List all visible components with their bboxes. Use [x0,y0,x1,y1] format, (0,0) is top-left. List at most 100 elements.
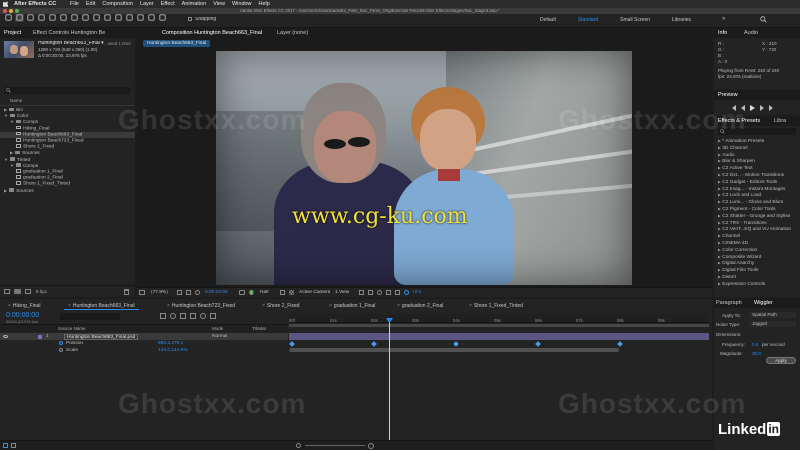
effect-category[interactable]: ▶ C2 Lumi... - Glows and Blurs [714,199,800,206]
effect-category[interactable]: ▶ C2 Active Text [714,165,800,172]
layer-row[interactable]: 1 Huntington Beach663_Final.psd Normal [0,333,288,340]
timeline-tab[interactable]: × Shore 1_Fixed_Tinted [465,302,527,310]
visibility-eye-icon[interactable] [3,334,8,338]
workspace-standard[interactable]: Standard [578,17,598,24]
selection-tool-icon[interactable] [15,13,24,22]
views-dropdown[interactable]: 1 View [335,290,349,296]
graph-editor-icon[interactable] [210,313,216,319]
snapshot-icon[interactable] [239,290,245,295]
effect-category[interactable]: ▶ C2 Gadget - Editors Tools [714,179,800,186]
disclosure-triangle-icon[interactable]: ▶ [718,214,721,218]
position-stopwatch-icon[interactable] [59,341,63,345]
disclosure-triangle-icon[interactable]: ▶ [718,207,721,211]
search-help-icon[interactable] [760,16,767,23]
tab-layer[interactable]: Layer (none) [277,29,308,38]
effect-category[interactable]: ▶ Blur & Sharpen [714,158,800,165]
menu-composition[interactable]: Composition [102,1,133,8]
effect-category[interactable]: ▶ Digital Anarchy [714,260,800,267]
menu-effect[interactable]: Effect [161,1,175,8]
workspace-small-screen[interactable]: Small Screen [620,17,650,24]
disclosure-triangle-icon[interactable]: ▶ [718,180,721,184]
layer-label-color[interactable] [38,334,42,339]
comp-flowchart-icon[interactable] [160,313,166,319]
motion-blur-toggle-icon[interactable] [200,313,206,319]
effect-category[interactable]: ▶ 3D Channel [714,145,800,152]
exposure-value[interactable]: +0.0 [412,290,421,296]
app-name-menu[interactable]: After Effects CC [14,1,56,7]
tab-effect-controls[interactable]: Effect Controls Huntington Be [33,29,105,38]
mask-icon[interactable] [195,290,200,295]
unified-camera-tool-icon[interactable] [59,13,68,22]
effect-category[interactable]: ▶ Expression Controls [714,281,800,288]
effect-category[interactable]: ▶ Channel [714,233,800,240]
rectangle-tool-icon[interactable] [81,13,90,22]
toggle-modes-icon[interactable] [11,443,16,448]
disclosure-triangle-icon[interactable]: ▶ [718,234,721,238]
property-row-position[interactable]: Position 858.3,279.1 [0,340,288,347]
tab-composition[interactable]: Composition Huntington Beach663_Final [162,29,262,38]
eraser-tool-icon[interactable] [136,13,145,22]
tab-close-icon[interactable]: × [397,303,400,309]
col-mode[interactable]: Mode [212,326,223,331]
render-icon[interactable] [359,290,364,295]
disclosure-triangle-icon[interactable]: ▶ [718,166,721,170]
layer-name[interactable]: Huntington Beach663_Final.psd [64,333,139,340]
workspace-overflow-icon[interactable]: » [722,16,725,22]
timeline-icon[interactable] [386,290,391,295]
timeline-tab[interactable]: × Huntington Beach723_Fixed [163,302,239,310]
effect-category[interactable]: ▶ Distort [714,274,800,281]
disclosure-triangle-icon[interactable]: ▶ [718,268,721,272]
tab-close-icon[interactable]: × [8,303,11,309]
toggle-switches-icon[interactable] [3,443,8,448]
project-item[interactable]: ▶ Sources [0,188,135,194]
disclosure-triangle-icon[interactable]: ▶ [718,221,721,225]
pen-tool-icon[interactable] [92,13,101,22]
tab-paragraph[interactable]: Paragraph [716,299,742,308]
scale-stopwatch-icon[interactable] [59,348,63,352]
frame-blending-icon[interactable] [190,313,196,319]
grid-icon[interactable] [186,290,191,295]
resolution-dropdown[interactable]: Half [260,290,269,296]
always-preview-icon[interactable] [139,290,145,295]
tab-audio[interactable]: Audio [744,29,758,38]
type-tool-icon[interactable] [103,13,112,22]
pan-behind-tool-icon[interactable] [70,13,79,22]
viewer-timecode[interactable]: 0:00:02:08 [205,290,228,296]
effect-category[interactable]: ▶ C2 Pigment - Color Tools [714,206,800,213]
timeline-tab[interactable]: × graduation 2_Final [393,302,447,310]
puppet-pin-tool-icon[interactable] [158,13,167,22]
menu-view[interactable]: View [213,1,225,8]
roto-brush-tool-icon[interactable] [147,13,156,22]
tab-close-icon[interactable]: × [68,303,71,309]
workspace-default[interactable]: Default [540,17,556,24]
rotate-tool-icon[interactable] [48,13,57,22]
timeline-timecode[interactable]: 0:00:00:00 [6,312,39,320]
bpc-label[interactable]: 8 bpc [36,289,47,294]
apply-to-dropdown[interactable]: Spatial Path [750,312,796,318]
disclosure-triangle-icon[interactable]: ▶ [4,188,7,194]
disclosure-triangle-icon[interactable]: ▶ [718,159,721,163]
comp-name-chip[interactable]: Huntington Beach663_Final [143,40,211,47]
menu-layer[interactable]: Layer [140,1,154,8]
timeline-tab[interactable]: × Huntington Beach663_Final [64,302,139,310]
effect-category[interactable]: ▶ Audio [714,152,800,159]
next-frame-icon[interactable] [760,104,764,111]
project-search-input[interactable] [4,87,130,94]
disclosure-triangle-icon[interactable]: ▶ [718,241,721,245]
new-folder-icon[interactable] [14,289,21,294]
brush-tool-icon[interactable] [114,13,123,22]
effect-category[interactable]: ▶ Color Correction [714,247,800,254]
fit-icon[interactable] [177,290,182,295]
last-frame-icon[interactable] [769,104,773,111]
draft-3d-icon[interactable] [368,290,373,295]
roi-icon[interactable] [280,290,285,295]
comp-viewer-frame[interactable] [216,51,632,285]
disclosure-triangle-icon[interactable]: ▶ [718,282,721,286]
tab-info[interactable]: Info [718,29,727,38]
transparency-grid-icon[interactable] [289,290,294,295]
col-source-name[interactable]: Source Name [58,326,86,331]
effect-category[interactable]: ▶ C2 Lock and Load [714,192,800,199]
play-icon[interactable] [750,104,755,111]
timeline-tab[interactable]: × graduation 1_Final [325,302,379,310]
disclosure-triangle-icon[interactable]: ▶ [718,200,721,204]
